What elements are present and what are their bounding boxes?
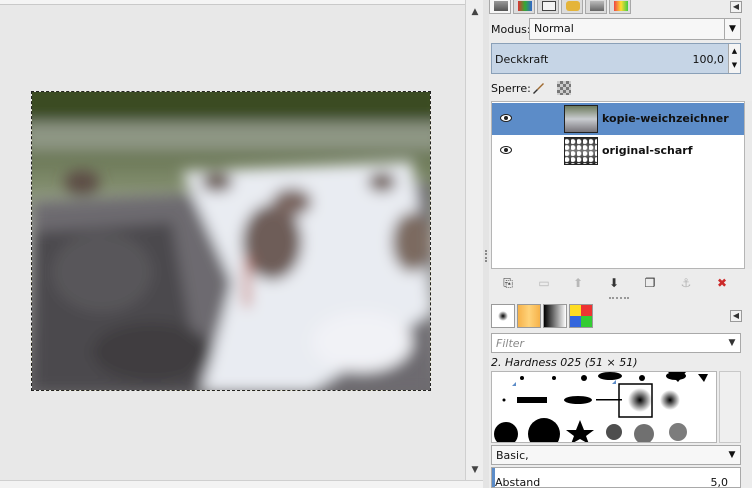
preset-value: Basic, (496, 449, 529, 462)
opacity-spinner[interactable]: ▲ ▼ (728, 44, 740, 73)
blurred-photo (32, 92, 430, 390)
image-icon (590, 1, 604, 11)
selected-brush-name: 2. Hardness 025 (51 × 51) (491, 356, 638, 369)
brush-grid[interactable] (491, 371, 717, 443)
scroll-down-arrow-icon[interactable]: ▼ (470, 466, 480, 475)
panel-separator[interactable] (609, 297, 629, 301)
opacity-value: 100,0 (692, 53, 725, 66)
arrow-down-icon[interactable]: ⬇ (605, 274, 623, 292)
tab-images[interactable] (585, 0, 607, 14)
layer-name: kopie-weichzeichner (602, 112, 729, 125)
folder-icon[interactable]: ▭ (535, 274, 553, 292)
brush-preset-dropdown[interactable]: Basic, ▼ (491, 445, 741, 465)
tab-paths[interactable] (537, 0, 559, 14)
mode-value: Normal (534, 22, 574, 35)
tab-layers[interactable] (489, 0, 511, 14)
palette-icon (614, 1, 628, 11)
layers-scrollbar[interactable] (745, 101, 752, 269)
brush-filter-input[interactable]: Filter ▼ (491, 333, 741, 353)
duplicate-icon[interactable]: ❐ (641, 274, 659, 292)
layers-icon (494, 1, 508, 11)
image-canvas[interactable] (0, 0, 465, 480)
tab-brushes[interactable] (491, 304, 515, 328)
gimp-window: ▲ ▼ ◀ Modus: Normal ▼ Deckkraft 100,0 ▲ ▼… (0, 0, 752, 488)
undo-history-icon (566, 1, 580, 11)
mode-label: Modus: (491, 23, 531, 36)
canvas-vertical-scrollbar[interactable]: ▲ ▼ (465, 0, 483, 480)
filter-placeholder: Filter (496, 337, 525, 350)
image-layer-boundary[interactable] (31, 91, 431, 391)
spacing-slider[interactable]: Abstand 5,0 (491, 467, 741, 488)
spacing-label: Abstand (495, 476, 541, 488)
brush-tab-bar: ◀ (489, 304, 752, 330)
checkerboard-icon[interactable] (557, 81, 571, 95)
brush-thumbnails (494, 372, 708, 442)
brush-grid-scrollbar[interactable] (719, 371, 741, 443)
layer-toolbar: ⎘ ▭ ⬆ ⬇ ❐ ⚓ ✖ (491, 272, 745, 294)
layer-thumbnail (564, 137, 598, 165)
chevron-down-icon: ▼ (724, 19, 740, 39)
tab-channels[interactable] (513, 0, 535, 14)
paths-icon (542, 1, 556, 11)
tab-gradients[interactable] (543, 304, 567, 328)
mode-dropdown[interactable]: Normal ▼ (529, 18, 741, 40)
dock-tab-bar: ◀ (489, 0, 752, 14)
scroll-up-arrow-icon[interactable]: ▲ (470, 8, 480, 17)
top-ruler (0, 0, 465, 5)
eye-icon[interactable] (500, 114, 512, 122)
opacity-slider[interactable]: Deckkraft 100,0 ▲ ▼ (491, 43, 741, 74)
right-dock: ◀ Modus: Normal ▼ Deckkraft 100,0 ▲ ▼ Spe… (489, 0, 752, 488)
tab-undo[interactable] (561, 0, 583, 14)
eye-icon[interactable] (500, 146, 512, 154)
layer-thumbnail (564, 105, 598, 133)
tab-palettes[interactable] (569, 304, 593, 328)
dock-menu-icon[interactable]: ◀ (730, 1, 742, 13)
paintbrush-icon[interactable] (531, 81, 545, 95)
chevron-down-icon: ▼ (728, 450, 736, 460)
spacing-value: 5,0 (710, 476, 729, 488)
lock-label: Sperre: (491, 82, 531, 95)
new-layer-icon[interactable]: ⎘ (499, 274, 517, 292)
layer-row[interactable]: original-scharf (492, 135, 744, 167)
canvas-horizontal-scrollbar[interactable] (0, 480, 483, 488)
arrow-up-icon[interactable]: ⬆ (569, 274, 587, 292)
channels-icon (518, 1, 532, 11)
brush-icon (498, 311, 508, 321)
layer-name: original-scharf (602, 144, 693, 157)
tab-colors[interactable] (609, 0, 631, 14)
opacity-label: Deckkraft (495, 53, 549, 66)
anchor-icon[interactable]: ⚓ (677, 274, 695, 292)
chevron-down-icon: ▼ (728, 338, 736, 348)
dock-menu-icon[interactable]: ◀ (730, 310, 742, 322)
tab-patterns[interactable] (517, 304, 541, 328)
delete-x-icon[interactable]: ✖ (713, 274, 731, 292)
layer-row[interactable]: kopie-weichzeichner (492, 103, 744, 135)
lock-row: Sperre: (489, 80, 752, 98)
layers-list[interactable]: kopie-weichzeichner original-scharf (491, 101, 745, 269)
